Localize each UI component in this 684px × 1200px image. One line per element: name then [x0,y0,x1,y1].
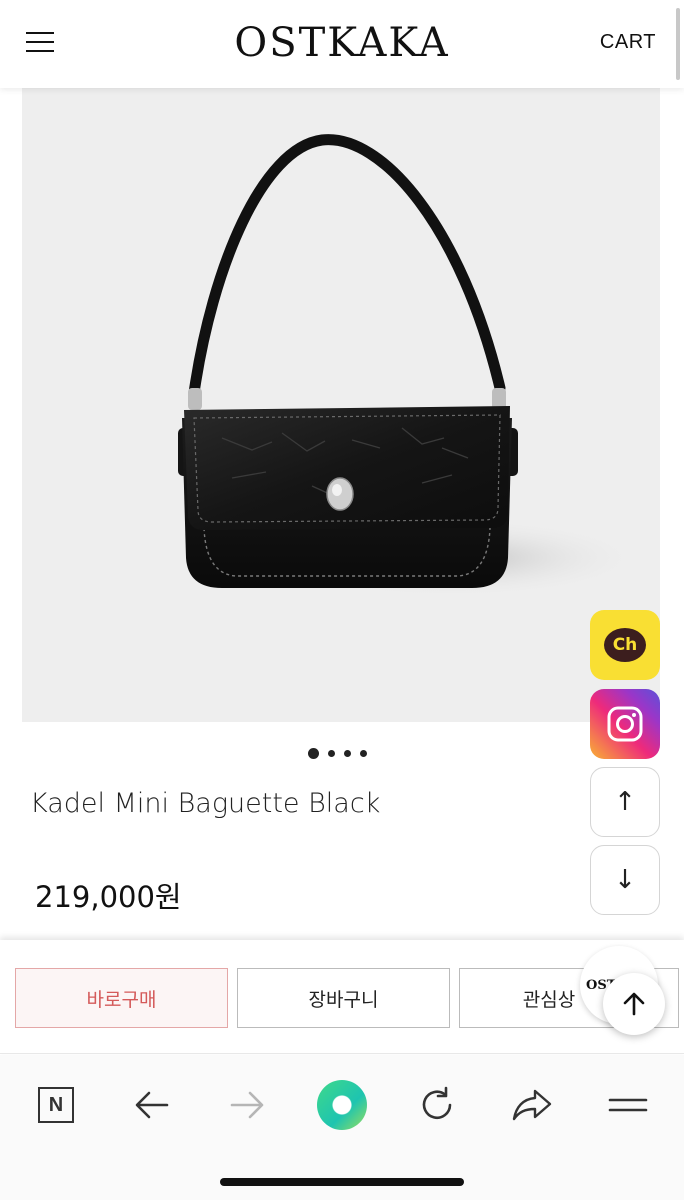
product-title: Kadel Mini Baguette Black [30,788,381,819]
baguette-bag-illustration [178,134,642,598]
back-button[interactable] [124,1077,180,1133]
share-button[interactable] [504,1077,560,1133]
wishlist-label: 관심상 [522,988,576,1011]
scroll-down-button[interactable]: ↓ [590,845,660,915]
product-image[interactable] [22,88,660,722]
kakao-chat-icon: Ch [604,628,646,662]
carousel-dot[interactable] [360,750,367,757]
scroll-to-top-button[interactable] [603,973,665,1035]
carousel-dot[interactable] [344,750,351,757]
share-icon [512,1089,552,1121]
green-assistant-button[interactable] [314,1077,370,1133]
instagram-icon [607,706,643,742]
forward-arrow-icon [230,1091,264,1119]
brand-logo[interactable]: OSTKAKA [0,20,684,66]
back-arrow-icon [135,1091,169,1119]
browser-menu-button[interactable] [600,1077,656,1133]
naver-icon: N [38,1087,74,1123]
naver-home-button[interactable]: N [28,1077,84,1133]
arrow-up-icon [623,992,645,1016]
naver-label: N [48,1093,64,1116]
home-indicator[interactable] [220,1178,464,1186]
kakao-channel-button[interactable]: Ch [590,610,660,680]
forward-button[interactable] [219,1077,275,1133]
instagram-button[interactable] [590,689,660,759]
green-assistant-icon [317,1080,367,1130]
carousel-dot[interactable] [328,750,335,757]
refresh-button[interactable] [409,1077,465,1133]
buy-now-button[interactable]: 바로구매 [15,968,228,1028]
menu-icon [608,1098,648,1112]
kakao-label: Ch [612,635,638,655]
site-header: OSTKAKA CART [0,0,684,88]
scroll-up-button[interactable]: ↑ [590,767,660,837]
carousel-dot-active[interactable] [308,748,319,759]
carousel-indicator[interactable] [308,748,367,759]
scrollbar[interactable] [676,8,680,80]
cart-link[interactable]: CART [600,31,656,54]
add-to-cart-button[interactable]: 장바구니 [237,968,450,1028]
refresh-icon [422,1086,452,1120]
product-price: 219,000원 [35,880,182,914]
